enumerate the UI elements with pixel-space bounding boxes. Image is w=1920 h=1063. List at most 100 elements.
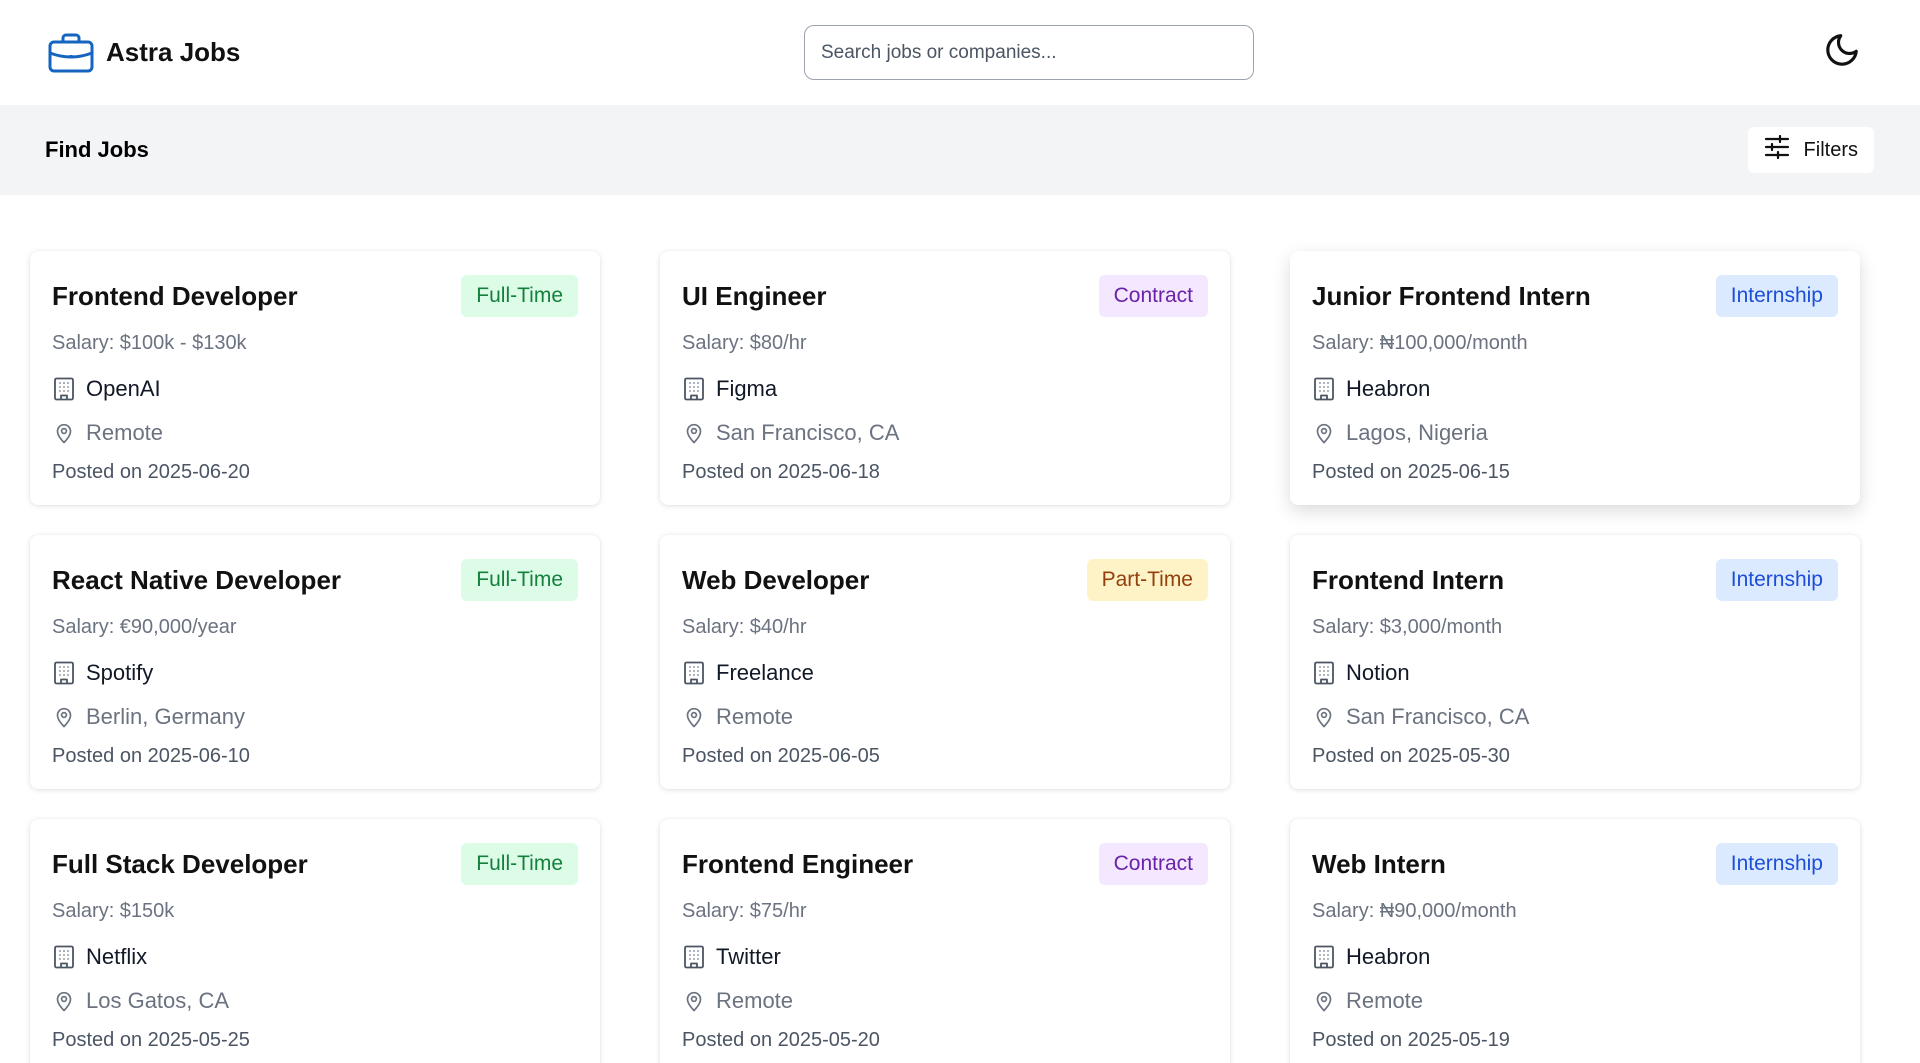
job-title[interactable]: Frontend Intern [1312,565,1504,596]
job-location: Remote [1346,988,1424,1013]
map-pin-icon [1312,703,1336,731]
company-name: Heabron [1346,376,1431,401]
brand[interactable]: Astra Jobs [48,32,240,74]
posted-date: Posted on 2025-06-15 [1312,461,1510,483]
building-icon [52,375,76,403]
job-location: Berlin, Germany [86,704,245,729]
map-pin-icon [52,987,76,1015]
job-salary: Salary: $80/hr [682,332,807,354]
search-input[interactable] [804,25,1254,80]
card-header: Web Intern Internship [1312,843,1838,885]
theme-toggle-button[interactable] [1820,31,1864,75]
job-card[interactable]: React Native Developer Full-Time Salary: €… [30,535,600,789]
posted-date: Posted on 2025-05-20 [682,1029,880,1051]
posted-date: Posted on 2025-06-20 [52,461,250,483]
card-header: Full Stack Developer Full-Time [52,843,578,885]
job-title[interactable]: React Native Developer [52,565,341,596]
location-row: Remote [682,987,1208,1015]
job-card[interactable]: Frontend Engineer Contract Salary: $75/hr T… [660,819,1230,1063]
job-salary: Salary: €90,000/year [52,616,237,638]
card-header: React Native Developer Full-Time [52,559,578,601]
job-type-badge: Internship [1715,559,1838,601]
company-row: Netflix [52,943,578,971]
job-grid: Frontend Developer Full-Time Salary: $100k… [0,195,1920,1063]
job-type-badge: Internship [1715,275,1838,317]
job-title[interactable]: UI Engineer [682,281,826,312]
job-title[interactable]: Web Intern [1312,849,1446,880]
map-pin-icon [682,703,706,731]
map-pin-icon [52,703,76,731]
card-header: Junior Frontend Intern Internship [1312,275,1838,317]
job-card[interactable]: Frontend Intern Internship Salary: $3,000/… [1290,535,1860,789]
location-row: Los Gatos, CA [52,987,578,1015]
briefcase-icon [48,32,94,74]
location-row: Remote [682,703,1208,731]
location-row: Berlin, Germany [52,703,578,731]
app-name: Astra Jobs [106,37,241,67]
company-row: OpenAI [52,375,578,403]
company-name: Netflix [86,944,148,969]
job-title[interactable]: Web Developer [682,565,869,596]
posted-date: Posted on 2025-06-18 [682,461,880,483]
company-name: OpenAI [86,376,161,401]
job-type-badge: Contract [1098,843,1208,885]
job-title[interactable]: Frontend Engineer [682,849,913,880]
job-title[interactable]: Frontend Developer [52,281,298,312]
job-salary: Salary: $75/hr [682,900,807,922]
company-name: Spotify [86,660,154,685]
sliders-icon [1764,134,1790,165]
subheader: Find Jobs Filters [0,105,1920,195]
location-row: Remote [52,419,578,447]
building-icon [1312,943,1336,971]
job-title[interactable]: Junior Frontend Intern [1312,281,1591,312]
company-row: Figma [682,375,1208,403]
building-icon [52,943,76,971]
card-header: Frontend Developer Full-Time [52,275,578,317]
job-type-badge: Full-Time [461,275,578,317]
map-pin-icon [682,419,706,447]
job-card[interactable]: UI Engineer Contract Salary: $80/hr Figma Sa… [660,251,1230,505]
location-row: Remote [1312,987,1838,1015]
top-header: Astra Jobs [0,0,1920,105]
building-icon [682,943,706,971]
job-location: San Francisco, CA [716,420,900,445]
job-location: Lagos, Nigeria [1346,420,1488,445]
job-card[interactable]: Web Developer Part-Time Salary: $40/hr Free… [660,535,1230,789]
job-card[interactable]: Web Intern Internship Salary: ₦90,000/mont… [1290,819,1860,1063]
job-card[interactable]: Frontend Developer Full-Time Salary: $100k… [30,251,600,505]
company-row: Notion [1312,659,1838,687]
map-pin-icon [1312,419,1336,447]
card-header: Frontend Intern Internship [1312,559,1838,601]
page-title: Find Jobs [45,137,149,162]
job-type-badge: Internship [1715,843,1838,885]
moon-icon [1823,31,1861,74]
job-card[interactable]: Full Stack Developer Full-Time Salary: $15… [30,819,600,1063]
posted-date: Posted on 2025-05-19 [1312,1029,1510,1051]
job-card[interactable]: Junior Frontend Intern Internship Salary: … [1290,251,1860,505]
map-pin-icon [52,419,76,447]
posted-date: Posted on 2025-06-05 [682,745,880,767]
job-location: Remote [716,988,794,1013]
job-title[interactable]: Full Stack Developer [52,849,308,880]
building-icon [1312,659,1336,687]
job-location: Remote [716,704,794,729]
job-salary: Salary: $150k [52,900,175,922]
job-type-badge: Full-Time [461,843,578,885]
map-pin-icon [682,987,706,1015]
posted-date: Posted on 2025-05-30 [1312,745,1510,767]
job-salary: Salary: ₦90,000/month [1312,900,1517,922]
building-icon [682,375,706,403]
location-row: Lagos, Nigeria [1312,419,1838,447]
job-type-badge: Contract [1098,275,1208,317]
location-row: San Francisco, CA [682,419,1208,447]
posted-date: Posted on 2025-05-25 [52,1029,250,1051]
building-icon [1312,375,1336,403]
job-salary: Salary: $100k - $130k [52,332,247,354]
company-name: Notion [1346,660,1410,685]
filters-label: Filters [1803,138,1858,161]
company-row: Heabron [1312,943,1838,971]
job-salary: Salary: $3,000/month [1312,616,1503,638]
posted-date: Posted on 2025-06-10 [52,745,250,767]
filters-button[interactable]: Filters [1747,127,1874,173]
company-row: Twitter [682,943,1208,971]
